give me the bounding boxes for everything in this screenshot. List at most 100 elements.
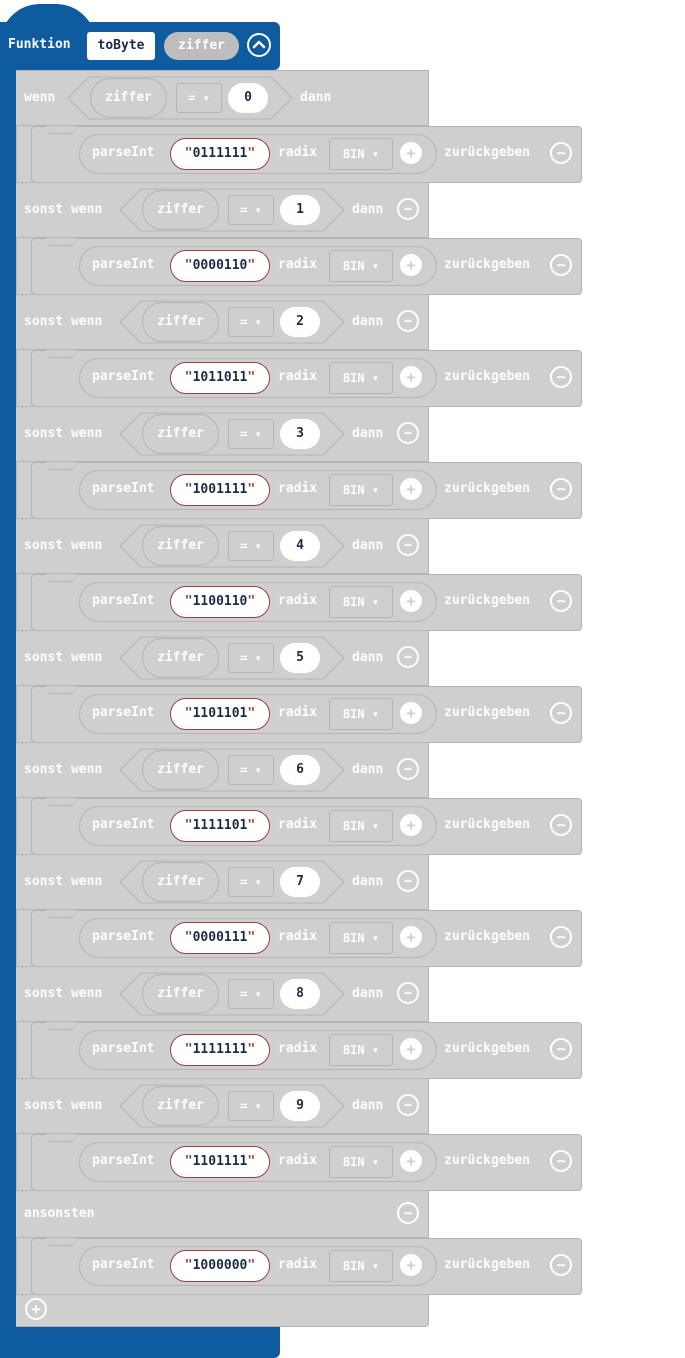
minus-circle-icon[interactable]: −: [397, 198, 419, 220]
plus-circle-icon[interactable]: +: [400, 142, 422, 164]
row-notch: [46, 462, 76, 470]
binary-string-field[interactable]: "1111111": [170, 1034, 270, 1066]
variable-pill[interactable]: ziffer: [142, 190, 219, 230]
plus-circle-icon[interactable]: +: [400, 1150, 422, 1172]
radix-dropdown[interactable]: BIN ▾: [329, 586, 393, 618]
plus-circle-icon[interactable]: +: [400, 1254, 422, 1276]
variable-pill[interactable]: ziffer: [142, 974, 219, 1014]
number-value[interactable]: 8: [280, 979, 320, 1009]
plus-circle-icon[interactable]: +: [400, 814, 422, 836]
variable-pill[interactable]: ziffer: [142, 750, 219, 790]
variable-pill[interactable]: ziffer: [142, 414, 219, 454]
binary-string-field[interactable]: "1101111": [170, 1146, 270, 1178]
binary-string-field[interactable]: "1000000": [170, 1250, 270, 1282]
radix-dropdown[interactable]: BIN ▾: [329, 474, 393, 506]
number-value[interactable]: 7: [280, 867, 320, 897]
number-value[interactable]: 1: [280, 195, 320, 225]
radix-dropdown[interactable]: BIN ▾: [329, 250, 393, 282]
operator-dropdown[interactable]: = ▾: [228, 867, 274, 897]
binary-string-field[interactable]: "0111111": [170, 138, 270, 170]
number-value[interactable]: 2: [280, 307, 320, 337]
minus-circle-icon[interactable]: −: [397, 870, 419, 892]
radix-dropdown[interactable]: BIN ▾: [329, 1250, 393, 1282]
chevron-up-icon[interactable]: [247, 33, 271, 57]
minus-circle-icon[interactable]: −: [397, 1094, 419, 1116]
number-value[interactable]: 0: [228, 83, 268, 113]
number-value[interactable]: 4: [280, 531, 320, 561]
variable-pill[interactable]: ziffer: [142, 1086, 219, 1126]
minus-circle-icon[interactable]: −: [550, 1254, 572, 1276]
radix-dropdown[interactable]: BIN ▾: [329, 1146, 393, 1178]
binary-value: 1100110: [192, 594, 248, 609]
then-label: dann: [352, 762, 384, 777]
binary-string-field[interactable]: "1111101": [170, 810, 270, 842]
then-label: dann: [352, 314, 384, 329]
minus-circle-icon[interactable]: −: [397, 982, 419, 1004]
then-label: dann: [352, 1098, 384, 1113]
minus-circle-icon[interactable]: −: [550, 366, 572, 388]
operator-dropdown[interactable]: = ▾: [228, 643, 274, 673]
radix-dropdown[interactable]: BIN ▾: [329, 922, 393, 954]
binary-string-field[interactable]: "1001111": [170, 474, 270, 506]
minus-circle-icon[interactable]: −: [397, 646, 419, 668]
minus-circle-icon[interactable]: −: [397, 310, 419, 332]
function-spine: [0, 60, 16, 1336]
radix-dropdown[interactable]: BIN ▾: [329, 810, 393, 842]
operator-dropdown[interactable]: = ▾: [176, 83, 222, 113]
return-label: zurückgeben: [444, 1153, 531, 1168]
row-notch: [46, 574, 76, 582]
number-value[interactable]: 5: [280, 643, 320, 673]
binary-string-field[interactable]: "0000110": [170, 250, 270, 282]
plus-circle-icon[interactable]: +: [400, 366, 422, 388]
operator-dropdown[interactable]: = ▾: [228, 531, 274, 561]
radix-dropdown[interactable]: BIN ▾: [329, 1034, 393, 1066]
number-value[interactable]: 3: [280, 419, 320, 449]
radix-label: radix: [278, 817, 318, 832]
plus-circle-icon[interactable]: +: [400, 1038, 422, 1060]
binary-string-field[interactable]: "1101101": [170, 698, 270, 730]
minus-circle-icon[interactable]: −: [550, 478, 572, 500]
binary-string-field[interactable]: "0000111": [170, 922, 270, 954]
binary-value: 0111111: [192, 146, 248, 161]
number-value[interactable]: 6: [280, 755, 320, 785]
variable-pill[interactable]: ziffer: [90, 78, 167, 118]
operator-dropdown[interactable]: = ▾: [228, 1091, 274, 1121]
minus-circle-icon[interactable]: −: [550, 702, 572, 724]
minus-circle-icon[interactable]: −: [397, 758, 419, 780]
minus-circle-icon[interactable]: −: [550, 1150, 572, 1172]
minus-circle-icon[interactable]: −: [397, 1202, 419, 1224]
else-label: ansonsten: [24, 1206, 95, 1221]
variable-pill[interactable]: ziffer: [142, 862, 219, 902]
operator-dropdown[interactable]: = ▾: [228, 419, 274, 449]
variable-pill[interactable]: ziffer: [142, 638, 219, 678]
minus-circle-icon[interactable]: −: [550, 1038, 572, 1060]
operator-dropdown[interactable]: = ▾: [228, 755, 274, 785]
plus-circle-icon[interactable]: +: [400, 254, 422, 276]
plus-circle-icon[interactable]: +: [400, 702, 422, 724]
plus-circle-icon[interactable]: +: [400, 926, 422, 948]
variable-pill[interactable]: ziffer: [142, 526, 219, 566]
number-value[interactable]: 9: [280, 1091, 320, 1121]
minus-circle-icon[interactable]: −: [550, 254, 572, 276]
minus-circle-icon[interactable]: −: [550, 590, 572, 612]
variable-pill[interactable]: ziffer: [142, 302, 219, 342]
function-param[interactable]: ziffer: [164, 32, 239, 60]
minus-circle-icon[interactable]: −: [550, 142, 572, 164]
return-label: zurückgeben: [444, 593, 531, 608]
minus-circle-icon[interactable]: −: [550, 814, 572, 836]
plus-circle-icon[interactable]: +: [400, 478, 422, 500]
minus-circle-icon[interactable]: −: [397, 534, 419, 556]
radix-dropdown[interactable]: BIN ▾: [329, 362, 393, 394]
plus-circle-icon[interactable]: +: [400, 590, 422, 612]
radix-dropdown[interactable]: BIN ▾: [329, 698, 393, 730]
minus-circle-icon[interactable]: −: [550, 926, 572, 948]
add-branch-icon[interactable]: +: [25, 1298, 47, 1320]
operator-dropdown[interactable]: = ▾: [228, 307, 274, 337]
operator-dropdown[interactable]: = ▾: [228, 195, 274, 225]
operator-dropdown[interactable]: = ▾: [228, 979, 274, 1009]
radix-dropdown[interactable]: BIN ▾: [329, 138, 393, 170]
function-name-field[interactable]: toByte: [87, 32, 155, 60]
binary-string-field[interactable]: "1011011": [170, 362, 270, 394]
binary-string-field[interactable]: "1100110": [170, 586, 270, 618]
minus-circle-icon[interactable]: −: [397, 422, 419, 444]
